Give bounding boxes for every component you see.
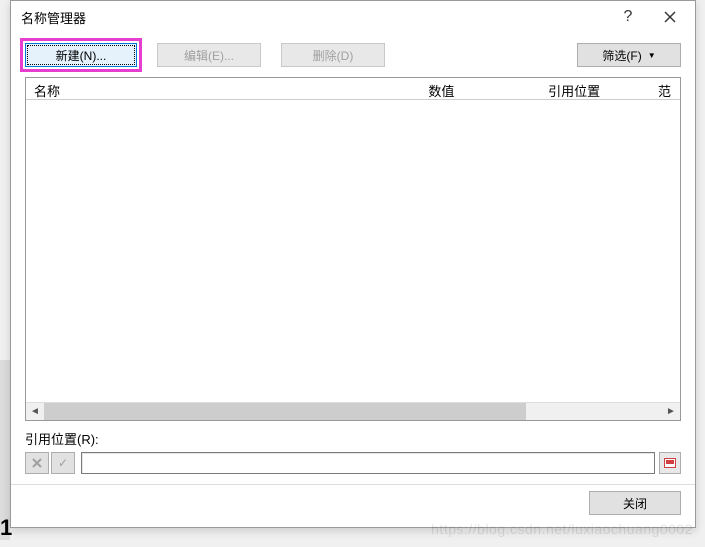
edit-button[interactable]: 编辑(E)... <box>157 43 261 67</box>
dialog-title: 名称管理器 <box>21 8 607 27</box>
scroll-right-icon[interactable]: ► <box>662 403 680 420</box>
name-manager-dialog: 名称管理器 ? 新建(N)... 编辑(E)... 删除(D) 筛选(F) ▼ … <box>10 0 696 528</box>
list-body[interactable] <box>26 100 680 402</box>
column-value[interactable]: 数值 <box>420 78 540 99</box>
check-icon: ✓ <box>58 456 68 470</box>
reference-input[interactable] <box>81 452 655 474</box>
scroll-left-icon[interactable]: ◄ <box>26 403 44 420</box>
column-ref[interactable]: 引用位置 <box>540 78 650 99</box>
filter-label: 筛选(F) <box>602 47 641 64</box>
close-window-button[interactable] <box>649 3 691 31</box>
watermark: https://blog.csdn.net/luxiaochuang0002 <box>431 521 693 537</box>
collapse-icon <box>664 458 676 468</box>
column-name[interactable]: 名称 <box>26 78 420 99</box>
new-button[interactable]: 新建(N)... <box>25 43 137 67</box>
scroll-thumb[interactable] <box>44 403 526 420</box>
column-scope[interactable]: 范围 <box>650 78 680 99</box>
chevron-down-icon: ▼ <box>648 51 656 60</box>
horizontal-scrollbar[interactable]: ◄ ► <box>26 402 680 420</box>
reference-row: ✓ <box>25 452 681 474</box>
background-fragment <box>0 360 10 540</box>
reference-label: 引用位置(R): <box>25 429 681 448</box>
list-header: 名称 数值 引用位置 范围 <box>26 78 680 100</box>
titlebar: 名称管理器 ? <box>11 1 695 33</box>
cancel-ref-button[interactable] <box>25 452 49 474</box>
toolbar: 新建(N)... 编辑(E)... 删除(D) 筛选(F) ▼ <box>11 33 695 75</box>
reference-section: 引用位置(R): ✓ <box>11 421 695 480</box>
collapse-dialog-button[interactable] <box>659 452 681 474</box>
filter-button[interactable]: 筛选(F) ▼ <box>577 43 681 67</box>
names-list: 名称 数值 引用位置 范围 ◄ ► <box>25 77 681 421</box>
new-button-highlight: 新建(N)... <box>20 38 142 72</box>
scroll-track[interactable] <box>44 403 662 420</box>
x-icon <box>32 458 42 468</box>
help-button[interactable]: ? <box>607 3 649 31</box>
delete-button[interactable]: 删除(D) <box>281 43 385 67</box>
confirm-ref-button[interactable]: ✓ <box>51 452 75 474</box>
close-button[interactable]: 关闭 <box>589 491 681 515</box>
close-icon <box>664 11 676 23</box>
